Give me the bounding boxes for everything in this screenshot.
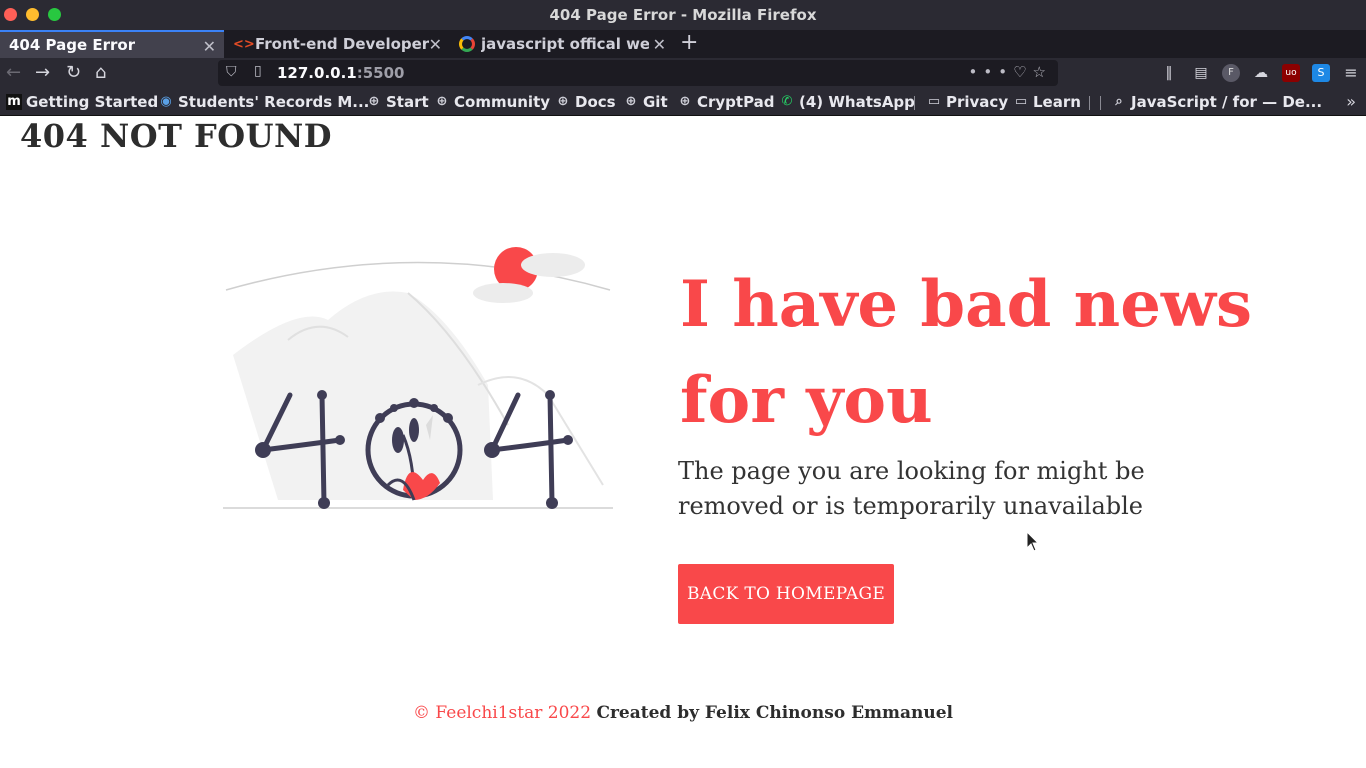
page-title: 404 NOT FOUND (20, 117, 333, 155)
window-titlebar: 404 Page Error - Mozilla Firefox (0, 0, 1366, 30)
home-icon[interactable]: ⌂ (95, 62, 106, 84)
bookmark-label: (4) WhatsApp (799, 93, 915, 111)
error-description: The page you are looking for might be re… (678, 457, 1145, 520)
ublock-icon[interactable]: uo (1282, 64, 1300, 82)
url-actions: •••♡☆ (969, 63, 1052, 81)
back-to-homepage-button[interactable]: BACK TO HOMEPAGE (678, 564, 894, 624)
chevron-right-icon[interactable]: » (1346, 92, 1356, 111)
code-icon: <> (233, 36, 255, 52)
forward-arrow-icon[interactable]: → (35, 62, 50, 84)
reload-icon[interactable]: ↻ (66, 62, 81, 84)
bookmarks-toolbar: m Getting Started ◉ Students' Records M.… (0, 90, 1366, 116)
m-icon: m (6, 94, 22, 110)
bookmark-start[interactable]: ⊕ Start (366, 93, 429, 111)
tab-label: javascript offical web (481, 35, 649, 53)
tracking-shield-icon[interactable]: ⛉ (226, 64, 237, 80)
globe-icon: ⊕ (679, 94, 691, 109)
404-illustration (223, 247, 613, 509)
bookmark-community[interactable]: ⊕ Community (434, 93, 550, 111)
bookmark-label: Privacy (946, 93, 1009, 111)
whatsapp-icon: ✆ (781, 94, 793, 109)
bookmark-students-records[interactable]: ◉ Students' Records M... (158, 93, 369, 111)
globe-icon: ⊕ (436, 94, 448, 109)
extension-icon[interactable]: ☁ (1252, 64, 1270, 82)
window-title: 404 Page Error - Mozilla Firefox (549, 6, 817, 24)
bookmark-separator (1089, 96, 1090, 110)
tab-label: 404 Page Error (9, 36, 136, 54)
bookmark-folder-learn[interactable]: ▭ Learn (1013, 93, 1081, 111)
library-icon[interactable]: ‖ (1160, 64, 1178, 82)
footer-credit: Created by Felix Chinonso Emmanuel (596, 703, 954, 723)
page-actions-icon[interactable]: ••• (969, 63, 1014, 81)
menu-icon[interactable]: ≡ (1342, 64, 1360, 82)
globe-icon: ⊕ (368, 94, 380, 109)
page-info-icon[interactable]: ▯ (254, 63, 262, 79)
close-tab-icon[interactable]: ✕ (653, 35, 666, 54)
search-icon: ⌕ (1115, 94, 1123, 109)
bookmark-label: CryptPad (697, 93, 775, 111)
bookmark-label: JavaScript / for — De... (1131, 93, 1323, 111)
bookmark-label: Git (643, 93, 668, 111)
bookmark-label: Getting Started (26, 93, 159, 111)
back-arrow-icon[interactable]: ← (6, 62, 21, 84)
close-tab-icon[interactable]: ✕ (203, 37, 216, 56)
profile-icon[interactable]: F (1222, 64, 1240, 82)
bookmark-folder-privacy[interactable]: ▭ Privacy (926, 93, 1008, 111)
bookmark-getting-started[interactable]: m Getting Started (6, 93, 158, 111)
url-text[interactable]: 127.0.0.1:5500 (277, 64, 404, 82)
site-icon: ◉ (160, 94, 172, 109)
google-icon (459, 36, 475, 52)
extension-s-icon[interactable]: S (1312, 64, 1330, 82)
sidebar-icon[interactable]: ▤ (1192, 64, 1210, 82)
tab-strip: 404 Page Error ✕ <> Front-end Developer … (0, 30, 1366, 58)
navigation-toolbar: ← → ↻ ⌂ ⛉ ▯ 127.0.0.1:5500 •••♡☆ ‖ ▤ F ☁… (0, 58, 1366, 90)
tab-front-end-developer[interactable]: <> Front-end Developer ✕ (224, 30, 450, 58)
folder-icon: ▭ (1014, 94, 1028, 109)
bookmark-cryptpad[interactable]: ⊕ CryptPad (677, 93, 775, 111)
bookmark-label: Start (386, 93, 429, 111)
bookmark-git[interactable]: ⊕ Git (623, 93, 668, 111)
bookmark-separator (914, 96, 915, 110)
pocket-icon[interactable]: ♡ (1013, 63, 1032, 81)
bookmark-whatsapp[interactable]: ✆ (4) WhatsApp (779, 93, 915, 111)
folder-icon: ▭ (927, 94, 941, 109)
page-footer: © Feelchi1star 2022 Created by Felix Chi… (0, 703, 1366, 723)
globe-icon: ⊕ (625, 94, 637, 109)
address-bar[interactable]: ⛉ ▯ 127.0.0.1:5500 •••♡☆ (218, 60, 1058, 86)
tab-label: Front-end Developer (255, 35, 430, 53)
bookmark-star-icon[interactable]: ☆ (1033, 63, 1052, 81)
error-headline: I have bad news for you (680, 267, 1253, 438)
bookmark-label: Students' Records M... (178, 93, 370, 111)
new-tab-button[interactable]: + (680, 30, 698, 56)
bookmark-label: Docs (575, 93, 616, 111)
bookmark-label: Learn (1033, 93, 1081, 111)
mouse-cursor-icon (1026, 531, 1040, 552)
digit-4-right (487, 392, 571, 506)
tab-javascript-official-website[interactable]: javascript offical web ✕ (450, 30, 674, 58)
url-host: 127.0.0.1 (277, 64, 357, 82)
bookmark-separator (1100, 96, 1101, 110)
bookmark-label: Community (454, 93, 551, 111)
close-tab-icon[interactable]: ✕ (429, 35, 442, 54)
footer-copyright: © Feelchi1star 2022 (412, 703, 592, 723)
bookmark-docs[interactable]: ⊕ Docs (555, 93, 616, 111)
url-port: :5500 (356, 64, 405, 82)
globe-icon: ⊕ (557, 94, 569, 109)
tab-404-page-error[interactable]: 404 Page Error ✕ (0, 30, 224, 58)
page-content: 404 NOT FOUND I have bad news for you Th… (0, 117, 1366, 768)
bookmark-javascript-for[interactable]: ⌕ JavaScript / for — De... (1111, 93, 1322, 111)
